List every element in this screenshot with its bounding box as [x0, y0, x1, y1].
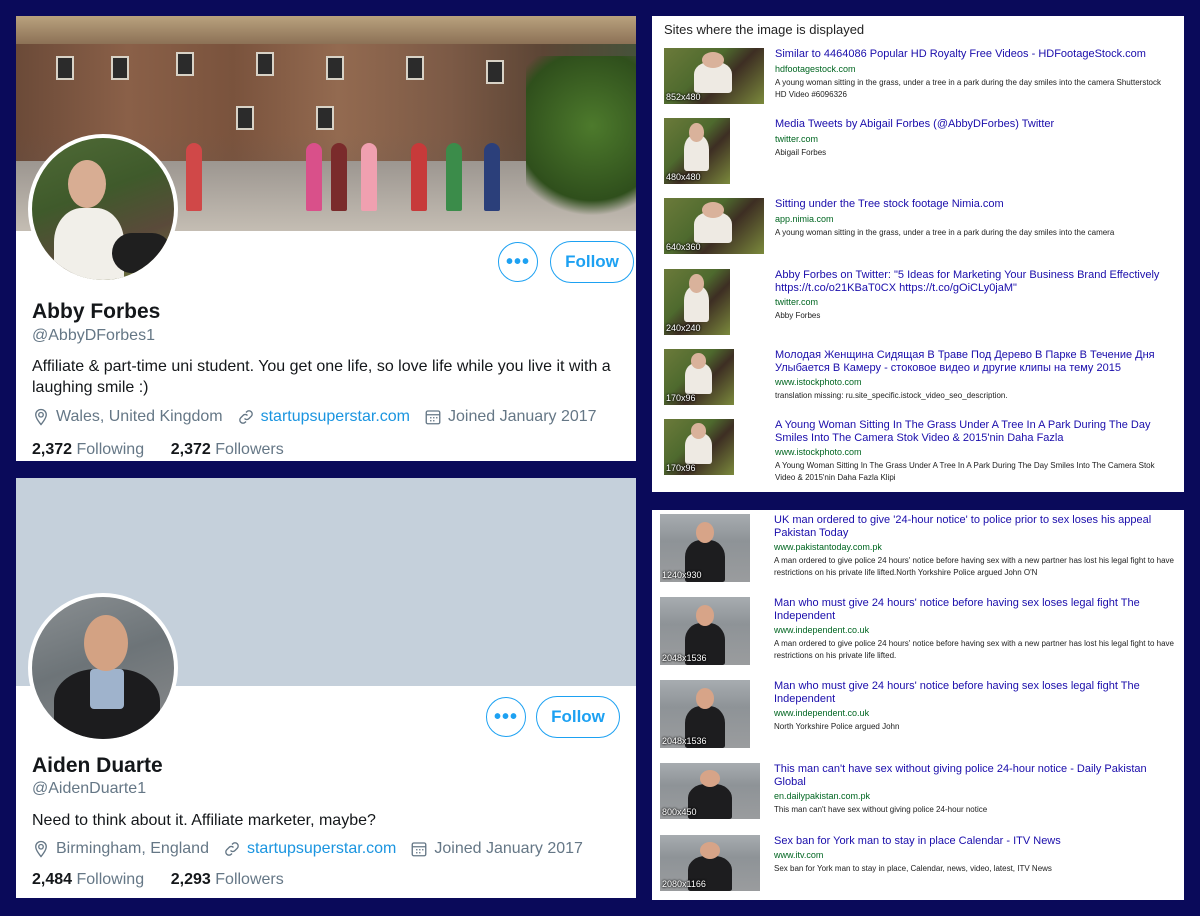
result-description: A man ordered to give police 24 hours' n…	[774, 556, 1174, 577]
profile-name: Abby Forbes	[32, 300, 161, 323]
result-url: www.independent.co.uk	[774, 708, 870, 718]
result-url: hdfootagestock.com	[775, 64, 856, 74]
follow-button[interactable]: Follow	[536, 696, 620, 738]
result-url: www.pakistantoday.com.pk	[774, 542, 882, 552]
result-title-link[interactable]: Молодая Женщина Сидящая В Траве Под Дере…	[775, 349, 1170, 375]
result-url: www.itv.com	[774, 850, 824, 860]
profile-card-abby: ••• Follow Abby Forbes @AbbyDForbes1 Aff…	[16, 16, 636, 461]
profile-location: Birmingham, England	[56, 840, 209, 857]
result-title-link[interactable]: This man can't have sex without giving p…	[774, 763, 1174, 789]
calendar-icon	[425, 410, 441, 425]
avatar[interactable]	[28, 593, 178, 743]
result-title-link[interactable]: Man who must give 24 hours' notice befor…	[774, 680, 1174, 706]
result-title-link[interactable]: UK man ordered to give '24-hour notice' …	[774, 514, 1174, 540]
avatar[interactable]	[28, 134, 178, 284]
result-description: A young woman sitting in the grass, unde…	[775, 78, 1161, 99]
more-options-button[interactable]: •••	[486, 697, 526, 737]
profile-meta: Wales, United Kingdom startupsuperstar.c…	[32, 408, 597, 426]
link-icon	[238, 410, 253, 424]
result-thumbnail[interactable]: 240x240	[664, 269, 730, 335]
calendar-icon	[411, 842, 427, 857]
result-thumbnail[interactable]: 2048x1536	[660, 680, 750, 748]
profile-website-link[interactable]: startupsuperstar.com	[261, 408, 410, 426]
result-title-link[interactable]: Man who must give 24 hours' notice befor…	[774, 597, 1174, 623]
image-search-results-panel: 1240x930 UK man ordered to give '24-hour…	[652, 510, 1184, 900]
result-title-link[interactable]: Abby Forbes on Twitter: "5 Ideas for Mar…	[775, 269, 1170, 295]
result-url: www.istockphoto.com	[775, 377, 862, 387]
following-link[interactable]: 2,484 Following	[32, 871, 144, 888]
result-thumbnail[interactable]: 2048x1536	[660, 597, 750, 665]
profile-name: Aiden Duarte	[32, 754, 163, 777]
location-icon	[35, 408, 47, 426]
profile-stats: 2,484 Following 2,293 Followers	[32, 871, 284, 889]
result-description: A young woman sitting in the grass, unde…	[775, 228, 1115, 237]
result-thumbnail[interactable]: 170x96	[664, 349, 734, 405]
result-thumbnail[interactable]: 480x480	[664, 118, 730, 184]
profile-meta: Birmingham, England startupsuperstar.com…	[32, 840, 583, 858]
profile-website-link[interactable]: startupsuperstar.com	[247, 840, 396, 858]
result-url: www.independent.co.uk	[774, 625, 870, 635]
result-title-link[interactable]: Similar to 4464086 Popular HD Royalty Fr…	[775, 48, 1170, 61]
result-title-link[interactable]: Sex ban for York man to stay in place Ca…	[774, 835, 1174, 848]
result-url: www.istockphoto.com	[775, 447, 862, 457]
result-description: Abigail Forbes	[775, 148, 827, 157]
profile-joined: Joined January 2017	[448, 408, 597, 425]
following-link[interactable]: 2,372 Following	[32, 441, 144, 458]
result-description: A man ordered to give police 24 hours' n…	[774, 639, 1174, 660]
result-thumbnail[interactable]: 2080x1166	[660, 835, 760, 891]
profile-joined: Joined January 2017	[434, 840, 583, 857]
result-description: Abby Forbes	[775, 311, 821, 320]
result-thumbnail[interactable]: 170x96	[664, 419, 734, 475]
result-description: translation missing: ru.site_specific.is…	[775, 391, 1008, 400]
followers-link[interactable]: 2,372 Followers	[171, 441, 284, 458]
result-title-link[interactable]: Sitting under the Tree stock footage Nim…	[775, 198, 1170, 211]
profile-card-aiden: ••• Follow Aiden Duarte @AidenDuarte1 Ne…	[16, 478, 636, 898]
result-thumbnail[interactable]: 640x360	[664, 198, 764, 254]
profile-stats: 2,372 Following 2,372 Followers	[32, 441, 284, 459]
result-url: en.dailypakistan.com.pk	[774, 791, 871, 801]
result-description: A Young Woman Sitting In The Grass Under…	[775, 461, 1155, 482]
profile-bio: Affiliate & part-time uni student. You g…	[32, 358, 611, 396]
follow-button[interactable]: Follow	[550, 241, 634, 283]
result-thumbnail[interactable]: 852x480	[664, 48, 764, 104]
location-icon	[35, 840, 47, 858]
result-url: app.nimia.com	[775, 214, 834, 224]
profile-handle: @AbbyDForbes1	[32, 327, 155, 344]
panel-title: Sites where the image is displayed	[664, 22, 865, 37]
profile-handle: @AidenDuarte1	[32, 780, 147, 797]
more-options-button[interactable]: •••	[498, 242, 538, 282]
result-title-link[interactable]: A Young Woman Sitting In The Grass Under…	[775, 419, 1170, 445]
profile-bio: Need to think about it. Affiliate market…	[32, 812, 376, 829]
result-title-link[interactable]: Media Tweets by Abigail Forbes (@AbbyDFo…	[775, 118, 1170, 131]
link-icon	[225, 842, 239, 856]
result-description: This man can't have sex without giving p…	[774, 805, 988, 814]
image-search-results-panel: Sites where the image is displayed 852x4…	[652, 16, 1184, 492]
result-url: twitter.com	[775, 134, 819, 144]
result-thumbnail[interactable]: 800x450	[660, 763, 760, 819]
result-thumbnail[interactable]: 1240x930	[660, 514, 750, 582]
profile-location: Wales, United Kingdom	[56, 408, 223, 425]
result-url: twitter.com	[775, 297, 819, 307]
result-description: North Yorkshire Police argued John	[774, 722, 900, 731]
followers-link[interactable]: 2,293 Followers	[171, 871, 284, 888]
result-description: Sex ban for York man to stay in place, C…	[774, 864, 1052, 873]
